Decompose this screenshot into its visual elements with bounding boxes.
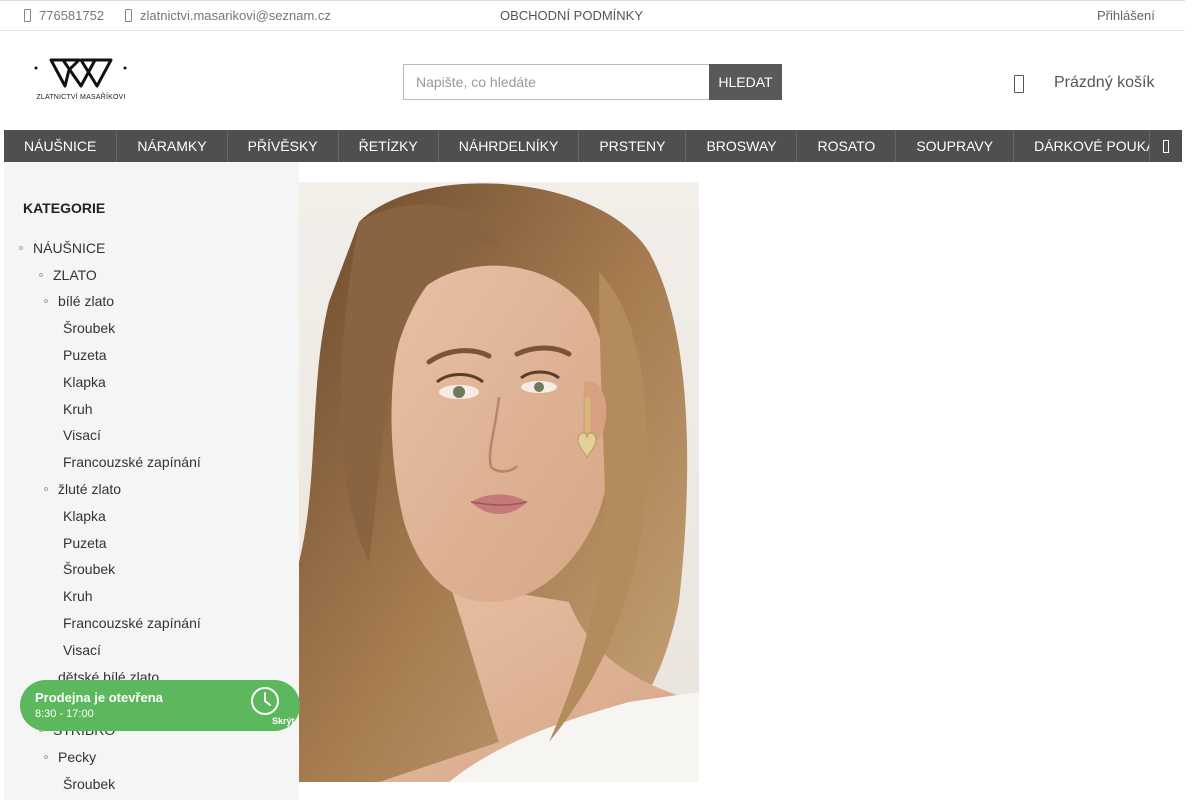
- email-address[interactable]: zlatnictvi.masarikovi@seznam.cz: [140, 8, 331, 23]
- phone-number[interactable]: 776581752: [39, 8, 104, 23]
- category-zlato[interactable]: ZLATO: [39, 267, 97, 283]
- bag-icon: [1014, 75, 1024, 93]
- login-link[interactable]: Přihlášení: [1097, 8, 1155, 23]
- nav-item-retizky[interactable]: ŘETÍZKY: [339, 130, 439, 162]
- category-pecky[interactable]: Pecky: [44, 749, 96, 765]
- category-klapka-zlute[interactable]: Klapka: [63, 508, 106, 524]
- bullet-icon: [44, 487, 48, 491]
- category-francouzske-zapinani[interactable]: Francouzské zapínání: [63, 454, 201, 470]
- nav-item-privesky[interactable]: PŘÍVĚSKY: [228, 130, 339, 162]
- nav-item-nahrdelniky[interactable]: NÁHRDELNÍKY: [439, 130, 580, 162]
- category-zlute-zlato[interactable]: žluté zlato: [44, 481, 121, 497]
- category-sroubek[interactable]: Šroubek: [63, 320, 115, 336]
- nav-item-brosway[interactable]: BROSWAY: [686, 130, 798, 162]
- search-form: HLEDAT: [403, 64, 782, 100]
- logo-mark-icon: [34, 58, 127, 88]
- nav-item-rosato[interactable]: ROSATO: [797, 130, 897, 162]
- bullet-icon: [19, 246, 23, 250]
- bullet-icon: [39, 273, 43, 277]
- nav-item-nausnice[interactable]: NÁUŠNICE: [4, 130, 118, 162]
- shop-open-hours: 8:30 - 17:00: [35, 708, 94, 720]
- nav-item-naramky[interactable]: NÁRAMKY: [117, 130, 228, 162]
- model-portrait-image: [299, 182, 699, 782]
- phone-icon: [24, 9, 31, 22]
- nav-item-soupravy[interactable]: SOUPRAVY: [896, 130, 1015, 162]
- search-button[interactable]: HLEDAT: [709, 64, 782, 100]
- category-visaci[interactable]: Visací: [63, 427, 101, 443]
- category-klapka[interactable]: Klapka: [63, 374, 106, 390]
- logo[interactable]: ZLATNICTVÍ MASAŘÍKOVI: [33, 56, 129, 106]
- hide-badge-button[interactable]: Skrýt: [272, 716, 295, 726]
- bullet-icon: [44, 755, 48, 759]
- nav-item-prsteny[interactable]: PRSTENY: [579, 130, 687, 162]
- hero-banner-image[interactable]: [299, 182, 699, 782]
- clock-icon: [251, 687, 279, 715]
- sidebar-title: KATEGORIE: [23, 200, 106, 216]
- category-sroubek-zlute[interactable]: Šroubek: [63, 561, 115, 577]
- mail-icon: [125, 9, 132, 22]
- search-input[interactable]: [403, 64, 709, 100]
- category-sroubek-stribro[interactable]: Šroubek: [63, 776, 115, 792]
- category-kruh[interactable]: Kruh: [63, 401, 93, 417]
- logo-text: ZLATNICTVÍ MASAŘÍKOVI: [36, 94, 126, 101]
- top-bar: 776581752 zlatnictvi.masarikovi@seznam.c…: [0, 0, 1185, 31]
- phone-contact[interactable]: 776581752: [24, 8, 104, 23]
- email-contact[interactable]: zlatnictvi.masarikovi@seznam.cz: [125, 8, 331, 23]
- shop-open-badge[interactable]: Prodejna je otevřena 8:30 - 17:00 Skrýt: [20, 680, 300, 731]
- nav-scroll-button[interactable]: [1149, 130, 1182, 162]
- category-kruh-zlute[interactable]: Kruh: [63, 588, 93, 604]
- chevron-right-icon: [1163, 139, 1169, 153]
- category-nausnice[interactable]: NÁUŠNICE: [19, 240, 105, 256]
- cart-label[interactable]: Prázdný košík: [1054, 74, 1154, 92]
- category-puzeta-zlute[interactable]: Puzeta: [63, 535, 107, 551]
- bullet-icon: [44, 299, 48, 303]
- terms-link[interactable]: OBCHODNÍ PODMÍNKY: [500, 8, 643, 23]
- category-francouzske-zapinani-zlute[interactable]: Francouzské zapínání: [63, 615, 201, 631]
- category-bile-zlato[interactable]: bílé zlato: [44, 293, 114, 309]
- cart[interactable]: Prázdný košík: [1014, 72, 1154, 93]
- shop-open-title: Prodejna je otevřena: [35, 690, 163, 705]
- category-puzeta[interactable]: Puzeta: [63, 347, 107, 363]
- category-visaci-zlute[interactable]: Visací: [63, 642, 101, 658]
- main-nav: NÁUŠNICE NÁRAMKY PŘÍVĚSKY ŘETÍZKY NÁHRDE…: [4, 130, 1182, 162]
